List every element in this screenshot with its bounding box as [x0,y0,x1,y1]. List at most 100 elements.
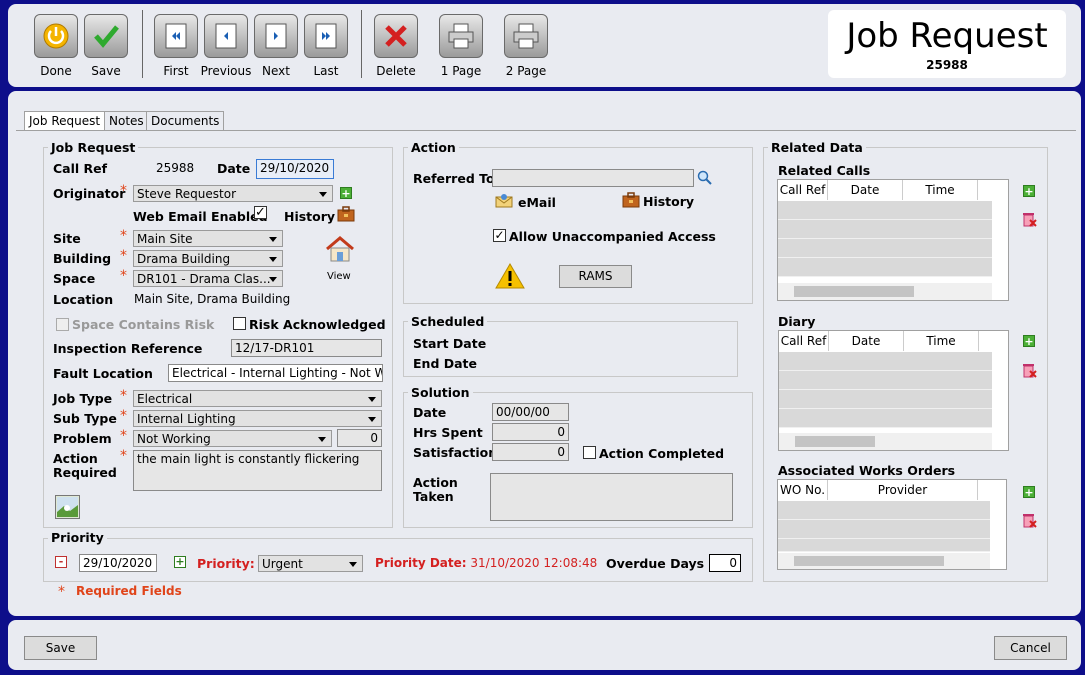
table-row[interactable] [778,220,992,239]
delete-button[interactable] [374,14,418,58]
col-header[interactable]: Provider [828,480,978,500]
hrs-spent-field[interactable]: 0 [492,423,569,441]
action-required-textarea[interactable]: the main light is constantly flickering [133,450,382,491]
add-diary-icon[interactable]: + [1023,335,1035,347]
print-one-page-button[interactable] [439,14,483,58]
col-header[interactable]: Date [828,180,903,200]
save-button[interactable]: Save [24,636,97,660]
fault-field[interactable]: Electrical - Internal Lighting - Not Wor… [168,364,383,382]
related-calls-grid[interactable]: Call Ref Date Time [777,179,1009,301]
first-button[interactable] [154,14,198,58]
action-taken-textarea[interactable] [490,473,733,521]
view-label[interactable]: View [327,271,351,282]
table-row[interactable] [779,371,992,390]
allow-access-checkbox[interactable]: ✓ [493,229,506,242]
cancel-button[interactable]: Cancel [994,636,1067,660]
email-icon[interactable] [495,194,513,211]
problem-number-field[interactable]: 0 [337,429,382,447]
priority-date-label: Priority Date: [375,556,467,570]
last-button[interactable] [304,14,348,58]
scrollbar-thumb[interactable] [794,556,944,566]
col-header[interactable]: Date [829,331,904,351]
related-calls-title: Related Calls [778,163,871,178]
table-row[interactable] [778,501,990,520]
web-email-checkbox[interactable]: ✓ [254,206,267,219]
required-marker: * [120,248,127,264]
decrease-priority-date-button[interactable]: - [55,556,67,568]
inspection-field[interactable]: 12/17-DR101 [231,339,382,357]
building-select[interactable]: Drama Building [133,250,283,267]
first-record-icon [154,14,198,58]
horizontal-scrollbar[interactable] [779,433,992,450]
table-row[interactable] [778,258,992,277]
previous-button[interactable] [204,14,248,58]
action-completed-checkbox[interactable] [583,446,596,459]
start-date-label: Start Date [413,336,487,351]
add-works-order-icon[interactable]: + [1023,486,1035,498]
tab-documents[interactable]: Documents [146,111,225,130]
table-row[interactable] [778,539,990,552]
add-related-call-icon[interactable]: + [1023,185,1035,197]
end-date-label: End Date [413,356,478,371]
problem-value: Not Working [137,432,211,446]
add-originator-icon[interactable]: + [340,187,352,199]
next-button[interactable] [254,14,298,58]
action-history-label[interactable]: History [643,194,694,209]
building-label: Building [53,251,112,266]
site-select[interactable]: Main Site [133,230,283,247]
space-risk-checkbox[interactable] [56,318,69,331]
scrollbar-thumb[interactable] [795,436,875,447]
date-field[interactable]: 29/10/2020 [256,159,334,179]
space-select[interactable]: DR101 - Drama Clas... [133,270,283,287]
house-icon[interactable] [325,235,355,266]
referred-to-field[interactable] [492,169,694,187]
table-row[interactable] [778,201,992,220]
problem-select[interactable]: Not Working [133,430,332,447]
scrollbar-thumb[interactable] [794,286,914,297]
col-header[interactable]: WO No. [778,480,828,500]
table-row[interactable] [779,409,992,428]
table-row[interactable] [778,239,992,258]
delete-works-order-icon[interactable] [1021,512,1037,531]
solution-date-field[interactable]: 00/00/00 [492,403,569,421]
rams-button[interactable]: RAMS [559,265,632,288]
email-label[interactable]: eMail [518,195,556,210]
col-header[interactable]: Time [903,180,978,200]
delete-label: Delete [376,64,416,78]
priority-select[interactable]: Urgent [258,555,363,572]
table-row[interactable] [779,352,992,371]
sub-type-select[interactable]: Internal Lighting [133,410,382,427]
works-orders-title: Associated Works Orders [778,463,956,478]
diary-grid[interactable]: Call Ref Date Time [778,330,1009,451]
space-value: DR101 - Drama Clas... [137,272,271,286]
print-two-page-button[interactable] [504,14,548,58]
required-marker: * [120,428,127,444]
history-briefcase-icon[interactable] [337,206,355,225]
originator-select[interactable]: Steve Requestor [133,185,333,202]
col-header[interactable]: Time [904,331,979,351]
history-briefcase-icon[interactable] [622,192,640,211]
image-attachment-icon[interactable] [55,495,80,519]
horizontal-scrollbar[interactable] [778,553,990,569]
job-type-select[interactable]: Electrical [133,390,382,407]
delete-diary-icon[interactable] [1021,362,1037,381]
col-header[interactable]: Call Ref [778,180,828,200]
priority-date-field[interactable]: 29/10/2020 [79,554,157,572]
col-header[interactable]: Call Ref [779,331,829,351]
tab-job-request[interactable]: Job Request [24,111,106,130]
delete-related-call-icon[interactable] [1021,211,1037,230]
satisfaction-field[interactable]: 0 [492,443,569,461]
risk-ack-checkbox[interactable] [233,317,246,330]
page-title: Job Request [846,16,1048,56]
next-record-icon [254,14,298,58]
works-orders-grid[interactable]: WO No. Provider [777,479,1007,570]
fault-label: Fault Location [53,366,153,381]
search-icon[interactable] [697,170,713,189]
tab-notes[interactable]: Notes [104,111,149,130]
table-row[interactable] [779,390,992,409]
horizontal-scrollbar[interactable] [778,283,992,300]
table-row[interactable] [778,520,990,539]
done-button[interactable] [34,14,78,58]
save-toolbar-button[interactable] [84,14,128,58]
increase-priority-date-button[interactable]: + [174,556,186,568]
